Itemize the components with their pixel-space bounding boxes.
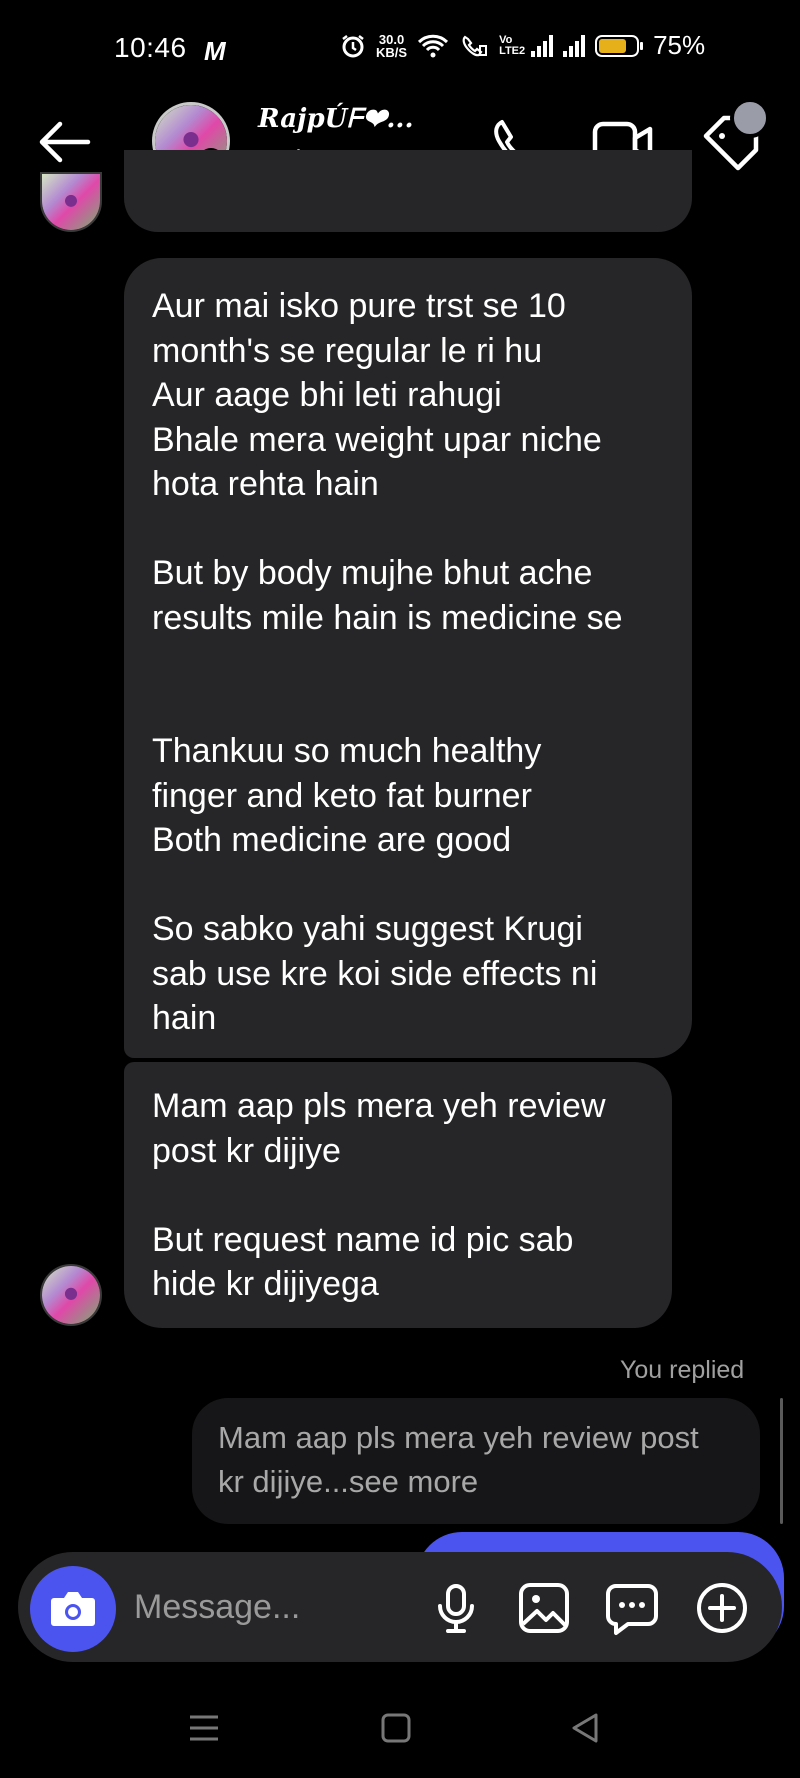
network-speed-unit: KB/S	[376, 44, 408, 60]
message-input[interactable]	[134, 1582, 414, 1632]
lte-label: Vo LTE2	[499, 33, 526, 57]
back-triangle-icon[interactable]	[566, 1708, 606, 1748]
battery-percent: 75%	[653, 30, 706, 60]
camera-button[interactable]	[30, 1566, 116, 1652]
battery-icon	[595, 34, 644, 57]
notification-badge	[730, 98, 770, 138]
microphone-icon[interactable]	[428, 1580, 484, 1636]
message-bubble-partial[interactable]	[124, 150, 692, 232]
wifi-call-icon	[462, 35, 488, 56]
sticker-icon[interactable]	[604, 1580, 660, 1636]
alarm-icon	[342, 34, 364, 57]
carrier-icon: M	[204, 36, 226, 66]
signal-icon	[563, 34, 586, 57]
network-speed-value: 30.0	[378, 31, 405, 47]
avatar-image	[42, 1266, 100, 1324]
sender-avatar[interactable]	[40, 172, 102, 232]
avatar-image	[42, 174, 100, 230]
menu-icon[interactable]	[184, 1708, 224, 1748]
message-bubble[interactable]: Aur mai isko pure trst se 10 month's se …	[124, 258, 692, 1058]
plus-icon[interactable]	[694, 1580, 750, 1636]
battery-fill	[599, 38, 627, 53]
gallery-icon[interactable]	[516, 1580, 572, 1636]
wifi-icon	[418, 34, 449, 57]
reply-quote[interactable]: Mam aap pls mera yeh review post kr diji…	[192, 1398, 760, 1524]
contact-name[interactable]: RajpÚᖴ❤...	[258, 104, 414, 135]
reply-indicator-line	[780, 1398, 783, 1524]
home-icon[interactable]	[376, 1708, 416, 1748]
sender-avatar[interactable]	[40, 1264, 102, 1326]
you-replied-label: You replied	[620, 1356, 745, 1384]
back-arrow-icon[interactable]	[36, 118, 92, 166]
message-bubble[interactable]: Mam aap pls mera yeh review post kr diji…	[124, 1062, 672, 1328]
network-speed: 30.0 KB/S	[376, 33, 407, 59]
status-icons: 30.0 KB/S Vo LTE2 75%	[340, 30, 705, 61]
signal-icon	[531, 34, 554, 57]
camera-icon	[51, 1592, 95, 1626]
status-time: 10:46	[114, 32, 187, 63]
